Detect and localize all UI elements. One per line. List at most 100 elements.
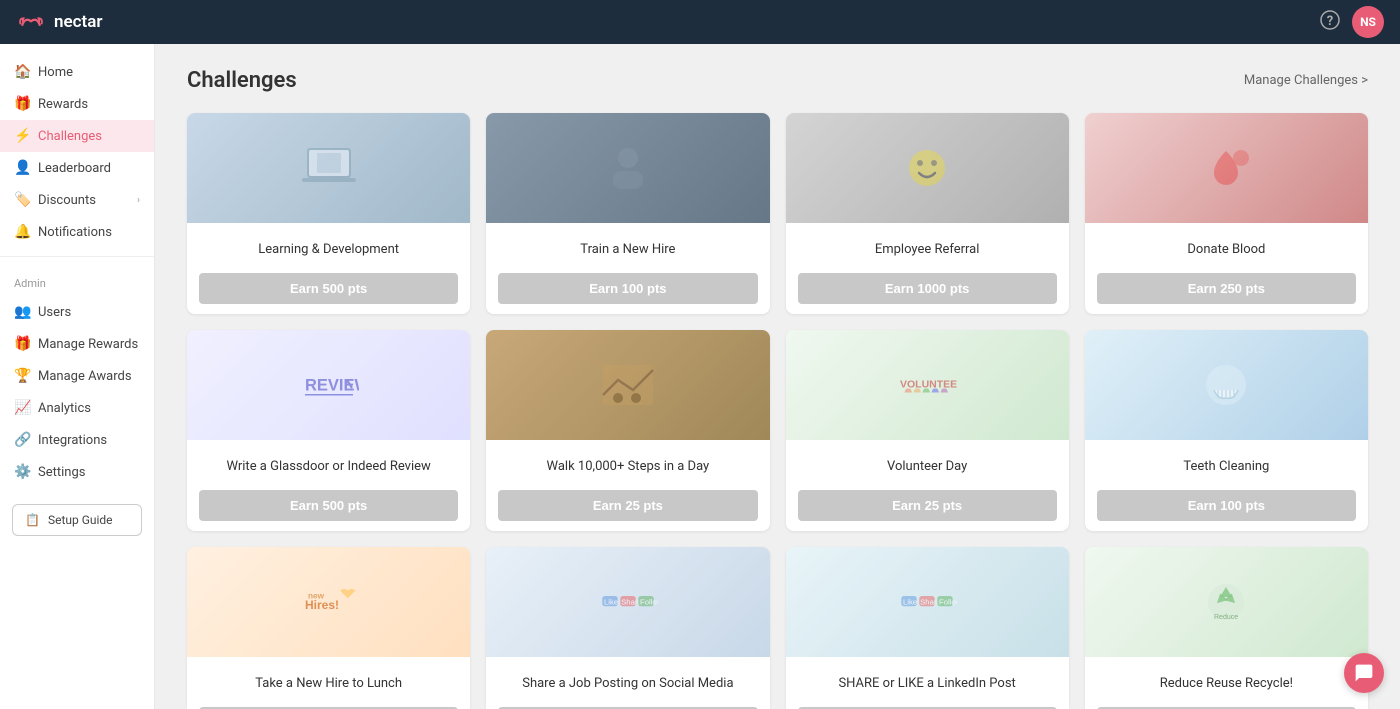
card-body: Employee Referral Earn 1000 pts: [786, 223, 1069, 314]
sidebar-item-integrations[interactable]: 🔗 Integrations: [0, 424, 154, 456]
card-image: new Hires!: [187, 547, 470, 657]
challenges-icon: ⚡: [14, 128, 30, 144]
sidebar-divider: [0, 256, 154, 257]
card-title: Employee Referral: [798, 233, 1057, 265]
sidebar: 🏠 Home 🎁 Rewards ⚡ Challenges 👤 Leaderbo…: [0, 44, 155, 709]
sidebar-main-section: 🏠 Home 🎁 Rewards ⚡ Challenges 👤 Leaderbo…: [0, 44, 154, 252]
card-body: SHARE or LIKE a LinkedIn Post Earn 25 pt…: [786, 657, 1069, 709]
user-avatar[interactable]: NS: [1352, 6, 1384, 38]
card-image: [1085, 113, 1368, 223]
challenge-card-learning-dev[interactable]: Learning & Development Earn 500 pts: [187, 113, 470, 314]
card-image: [486, 330, 769, 440]
sidebar-admin-section: Admin 👥 Users 🎁 Manage Rewards 🏆 Manage …: [0, 261, 154, 492]
challenge-card-train-new-hire[interactable]: Train a New Hire Earn 100 pts: [486, 113, 769, 314]
challenge-card-recycle[interactable]: Reduce Reduce Reuse Recycle! Earn 25 pts: [1085, 547, 1368, 709]
earn-points-button[interactable]: Earn 100 pts: [1097, 490, 1356, 521]
page-header: Challenges Manage Challenges >: [187, 68, 1368, 93]
help-icon[interactable]: ?: [1320, 10, 1340, 35]
card-image: Like Share Follow: [786, 547, 1069, 657]
card-body: Donate Blood Earn 250 pts: [1085, 223, 1368, 314]
manage-awards-icon: 🏆: [14, 368, 30, 384]
sidebar-item-label: Notifications: [38, 225, 112, 240]
card-image: REVIEW: [187, 330, 470, 440]
sidebar-item-label: Leaderboard: [38, 161, 111, 176]
challenge-card-glassdoor[interactable]: REVIEW Write a Glassdoor or Indeed Revie…: [187, 330, 470, 531]
chat-bubble-button[interactable]: [1344, 653, 1384, 693]
challenges-grid: Learning & Development Earn 500 pts Trai…: [187, 113, 1368, 709]
sidebar-item-analytics[interactable]: 📈 Analytics: [0, 392, 154, 424]
card-image: VOLUNTEER: [786, 330, 1069, 440]
card-image: [786, 113, 1069, 223]
sidebar-item-label: Challenges: [38, 129, 102, 144]
svg-text:Follow: Follow: [939, 598, 957, 607]
sidebar-item-discounts[interactable]: 🏷️ Discounts ›: [0, 184, 154, 216]
card-title: Take a New Hire to Lunch: [199, 667, 458, 699]
sidebar-item-home[interactable]: 🏠 Home: [0, 56, 154, 88]
app-logo[interactable]: nectar: [16, 7, 102, 37]
sidebar-item-challenges[interactable]: ⚡ Challenges: [0, 120, 154, 152]
sidebar-item-label: Discounts: [38, 193, 96, 208]
leaderboard-icon: 👤: [14, 160, 30, 176]
earn-points-button[interactable]: Earn 25 pts: [498, 490, 757, 521]
sidebar-item-users[interactable]: 👥 Users: [0, 296, 154, 328]
sidebar-item-notifications[interactable]: 🔔 Notifications: [0, 216, 154, 248]
earn-points-button[interactable]: Earn 25 pts: [798, 490, 1057, 521]
card-title: Write a Glassdoor or Indeed Review: [199, 450, 458, 482]
topnav: nectar ? NS: [0, 0, 1400, 44]
card-title: Volunteer Day: [798, 450, 1057, 482]
discounts-icon: 🏷️: [14, 192, 30, 208]
sidebar-item-manage-rewards[interactable]: 🎁 Manage Rewards: [0, 328, 154, 360]
challenge-card-volunteer[interactable]: VOLUNTEER Volunteer Day Earn 25 pts: [786, 330, 1069, 531]
sidebar-item-manage-awards[interactable]: 🏆 Manage Awards: [0, 360, 154, 392]
earn-points-button[interactable]: Earn 100 pts: [498, 273, 757, 304]
challenge-card-steps[interactable]: Walk 10,000+ Steps in a Day Earn 25 pts: [486, 330, 769, 531]
earn-points-button[interactable]: Earn 1000 pts: [798, 273, 1057, 304]
card-title: Share a Job Posting on Social Media: [498, 667, 757, 699]
sidebar-item-settings[interactable]: ⚙️ Settings: [0, 456, 154, 488]
notifications-icon: 🔔: [14, 224, 30, 240]
users-icon: 👥: [14, 304, 30, 320]
card-title: Reduce Reuse Recycle!: [1097, 667, 1356, 699]
sidebar-item-label: Manage Rewards: [38, 337, 138, 352]
challenge-card-donate-blood[interactable]: Donate Blood Earn 250 pts: [1085, 113, 1368, 314]
sidebar-item-rewards[interactable]: 🎁 Rewards: [0, 88, 154, 120]
earn-points-button[interactable]: Earn 500 pts: [199, 273, 458, 304]
svg-text:Like: Like: [903, 598, 917, 607]
sidebar-item-label: Home: [38, 65, 73, 80]
manage-rewards-icon: 🎁: [14, 336, 30, 352]
card-body: Take a New Hire to Lunch Earn 100 pts: [187, 657, 470, 709]
challenge-card-linkedin[interactable]: Like Share Follow SHARE or LIKE a Linked…: [786, 547, 1069, 709]
earn-points-button[interactable]: Earn 500 pts: [199, 490, 458, 521]
manage-challenges-link[interactable]: Manage Challenges >: [1244, 73, 1368, 88]
main-content: Challenges Manage Challenges > Learning …: [155, 44, 1400, 709]
sidebar-item-leaderboard[interactable]: 👤 Leaderboard: [0, 152, 154, 184]
earn-points-button[interactable]: Earn 250 pts: [1097, 273, 1356, 304]
card-image: [1085, 330, 1368, 440]
card-title: Learning & Development: [199, 233, 458, 265]
card-body: Teeth Cleaning Earn 100 pts: [1085, 440, 1368, 531]
sidebar-item-label: Integrations: [38, 433, 107, 448]
setup-guide-icon: 📋: [25, 513, 40, 527]
sidebar-item-label: Rewards: [38, 97, 88, 112]
challenge-card-teeth-cleaning[interactable]: Teeth Cleaning Earn 100 pts: [1085, 330, 1368, 531]
challenge-card-employee-referral[interactable]: Employee Referral Earn 1000 pts: [786, 113, 1069, 314]
card-body: Walk 10,000+ Steps in a Day Earn 25 pts: [486, 440, 769, 531]
card-title: Teeth Cleaning: [1097, 450, 1356, 482]
app-name: nectar: [54, 12, 102, 32]
svg-text:?: ?: [1327, 14, 1333, 29]
card-image: [187, 113, 470, 223]
card-image: Reduce: [1085, 547, 1368, 657]
chevron-right-icon: ›: [137, 195, 140, 206]
settings-icon: ⚙️: [14, 464, 30, 480]
rewards-icon: 🎁: [14, 96, 30, 112]
challenge-card-new-hire-lunch[interactable]: new Hires! Take a New Hire to Lunch Earn…: [187, 547, 470, 709]
card-body: Learning & Development Earn 500 pts: [187, 223, 470, 314]
setup-guide-label: Setup Guide: [48, 513, 113, 527]
card-title: Walk 10,000+ Steps in a Day: [498, 450, 757, 482]
sidebar-item-label: Analytics: [38, 401, 91, 416]
svg-text:Follow: Follow: [640, 598, 658, 607]
setup-guide-button[interactable]: 📋 Setup Guide: [12, 504, 142, 536]
card-body: Write a Glassdoor or Indeed Review Earn …: [187, 440, 470, 531]
topnav-right: ? NS: [1320, 6, 1384, 38]
challenge-card-social-media[interactable]: Like Share Follow Share a Job Posting on…: [486, 547, 769, 709]
